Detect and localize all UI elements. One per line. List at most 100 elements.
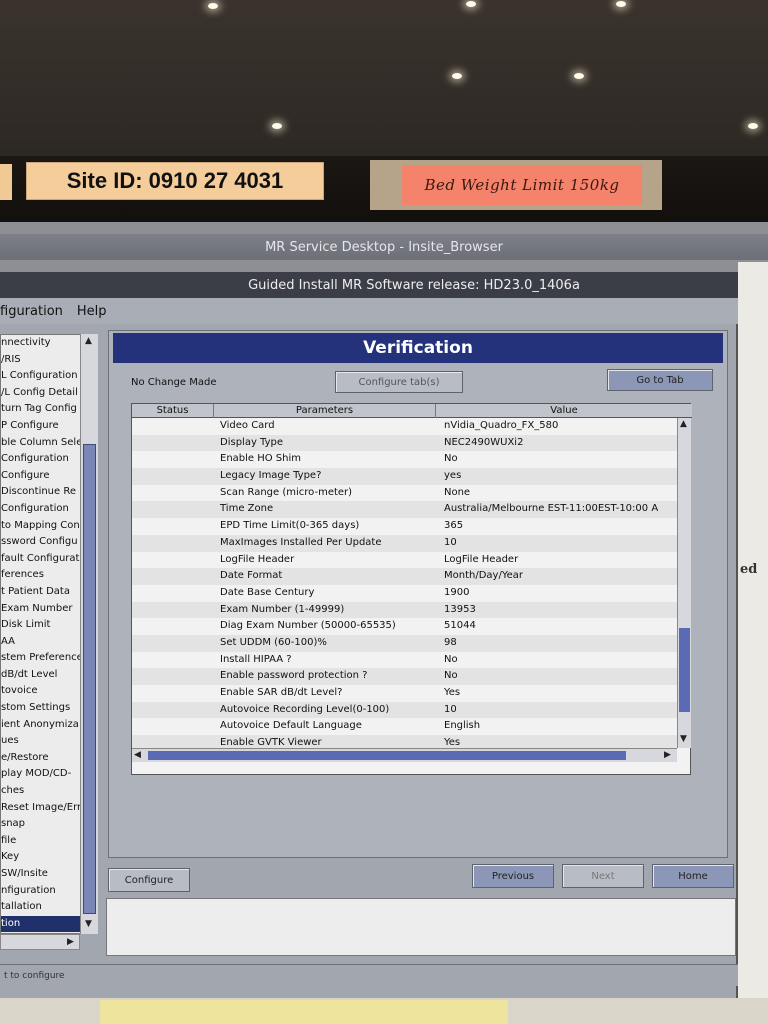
configure-tabs-button[interactable]: Configure tab(s) xyxy=(335,371,463,393)
table-row[interactable]: Enable GVTK Viewer Yes xyxy=(132,735,677,748)
parameter-value: 51044 xyxy=(444,620,476,632)
change-status-text: No Change Made xyxy=(131,377,217,388)
column-header-status[interactable]: Status xyxy=(132,404,214,418)
parameter-value: Yes xyxy=(444,687,461,698)
parameter-name: Enable GVTK Viewer xyxy=(220,737,322,748)
side-list-vertical-scrollbar[interactable]: ▲ ▼ xyxy=(80,334,98,934)
table-header: Status Parameters Value xyxy=(132,404,692,418)
label-fragment xyxy=(0,164,12,200)
parameter-value: 10 xyxy=(444,536,457,548)
table-horizontal-thumb[interactable] xyxy=(148,751,626,760)
ceiling-light xyxy=(466,1,476,7)
table-row[interactable]: Install HIPAA ? No xyxy=(132,652,677,669)
parameter-value: Yes xyxy=(444,737,461,748)
menu-configuration[interactable]: figuration xyxy=(0,304,63,319)
desktop-background-window xyxy=(738,262,768,1002)
table-row[interactable]: MaxImages Installed Per Update 10 xyxy=(132,534,677,552)
ceiling-background xyxy=(0,0,768,158)
configure-button[interactable]: Configure xyxy=(108,868,190,892)
parameter-name: Exam Number (1-49999) xyxy=(220,603,345,615)
table-horizontal-scrollbar[interactable]: ◀ ▶ xyxy=(132,748,677,762)
table-row[interactable]: Autovoice Recording Level(0-100) 10 xyxy=(132,701,677,719)
parameter-value: 365 xyxy=(444,520,464,532)
parameter-name: Date Base Century xyxy=(220,586,315,598)
parameter-name: Video Card xyxy=(220,420,275,431)
menu-help[interactable]: Help xyxy=(77,304,107,319)
parameter-name: Date Format xyxy=(220,570,283,582)
parameter-name: EPD Time Limit(0-365 days) xyxy=(220,520,360,532)
scroll-right-icon[interactable]: ▶ xyxy=(67,937,74,947)
parameter-name: Autovoice Recording Level(0-100) xyxy=(220,703,390,715)
parameter-name: Display Type xyxy=(220,436,284,448)
ceiling-light xyxy=(272,123,282,129)
table-row[interactable]: Enable password protection ? No xyxy=(132,668,677,685)
parameter-value: No xyxy=(444,670,458,682)
table-row[interactable]: Legacy Image Type? yes xyxy=(132,468,677,485)
parameter-name: Scan Range (micro-meter) xyxy=(220,486,353,498)
go-to-tab-button[interactable]: Go to Tab xyxy=(607,369,713,391)
table-row[interactable]: Set UDDM (60-100)% 98 xyxy=(132,634,677,652)
table-row[interactable]: Video Card nVidia_Quadro_FX_580 xyxy=(132,418,677,435)
table-row[interactable]: Date Format Month/Day/Year xyxy=(132,568,677,585)
parameter-name: Diag Exam Number (50000-65535) xyxy=(220,620,396,632)
parameter-name: Set UDDM (60-100)% xyxy=(220,636,327,648)
table-row[interactable]: Enable HO Shim No xyxy=(132,451,677,468)
parameter-value: No xyxy=(444,453,458,465)
scroll-down-icon[interactable]: ▼ xyxy=(85,919,92,929)
ceiling-light xyxy=(208,3,218,9)
table-row[interactable]: Exam Number (1-49999) 13953 xyxy=(132,601,677,619)
sticky-note xyxy=(100,1000,508,1024)
parameter-value: No xyxy=(444,653,458,665)
home-button[interactable]: Home xyxy=(652,864,734,888)
parameter-name: Time Zone xyxy=(220,503,274,515)
table-scroll-thumb[interactable] xyxy=(679,628,690,712)
parameter-name: Enable HO Shim xyxy=(220,453,302,465)
parameter-name: Install HIPAA ? xyxy=(220,653,292,665)
parameter-value: Month/Day/Year xyxy=(444,570,523,582)
message-area xyxy=(106,898,736,956)
side-list-horizontal-scrollbar[interactable]: ▶ xyxy=(0,934,80,950)
table-row[interactable]: Display Type NEC2490WUXi2 xyxy=(132,434,677,452)
table-row[interactable]: Scan Range (micro-meter) None xyxy=(132,485,677,502)
parameter-name: Enable SAR dB/dt Level? xyxy=(220,687,343,698)
table-row[interactable]: Time Zone Australia/Melbourne EST-11:00ES… xyxy=(132,501,677,519)
table-row[interactable]: LogFile Header LogFile Header xyxy=(132,552,677,569)
window-title-bar[interactable]: Guided Install MR Software release: HD23… xyxy=(0,272,738,298)
parameter-value: yes xyxy=(444,470,462,482)
ceiling-light xyxy=(574,73,584,79)
scroll-down-icon[interactable]: ▼ xyxy=(680,734,687,744)
parameter-name: MaxImages Installed Per Update xyxy=(220,536,382,548)
parameter-name: Legacy Image Type? xyxy=(220,470,322,482)
scroll-left-icon[interactable]: ◀ xyxy=(134,750,141,760)
verification-table: Status Parameters Value Video Card nVidia… xyxy=(131,403,692,775)
ceiling-light xyxy=(616,1,626,7)
scroll-up-icon[interactable]: ▲ xyxy=(85,336,92,346)
parameter-value: LogFile Header xyxy=(444,553,519,565)
parameter-value: NEC2490WUXi2 xyxy=(444,436,524,448)
verification-panel: Verification No Change Made Configure ta… xyxy=(108,330,728,858)
desktop-title-bar: MR Service Desktop - Insite_Browser xyxy=(0,234,768,260)
desktop-background-text: ed xyxy=(740,562,758,577)
bed-weight-label: Bed Weight Limit 150kg xyxy=(402,165,642,205)
table-row[interactable]: Autovoice Default Language English xyxy=(132,718,677,735)
parameter-name: Autovoice Default Language xyxy=(220,720,362,732)
ceiling-light xyxy=(452,73,462,79)
scroll-right-icon[interactable]: ▶ xyxy=(664,750,671,760)
menu-bar: figuration Help xyxy=(0,298,738,324)
table-row[interactable]: Date Base Century 1900 xyxy=(132,585,677,602)
parameter-value: 10 xyxy=(444,703,457,715)
table-row[interactable]: Enable SAR dB/dt Level? Yes xyxy=(132,685,677,702)
scroll-up-icon[interactable]: ▲ xyxy=(680,419,687,429)
parameter-value: None xyxy=(444,486,471,498)
column-header-parameters[interactable]: Parameters xyxy=(214,404,436,418)
table-row[interactable]: EPD Time Limit(0-365 days) 365 xyxy=(132,518,677,535)
parameter-name: LogFile Header xyxy=(220,553,295,565)
column-header-value[interactable]: Value xyxy=(436,404,692,418)
previous-button[interactable]: Previous xyxy=(472,864,554,888)
next-button[interactable]: Next xyxy=(562,864,644,888)
site-id-label: Site ID: 0910 27 4031 xyxy=(26,162,324,200)
table-row[interactable]: Diag Exam Number (50000-65535) 51044 xyxy=(132,618,677,635)
parameter-value: 13953 xyxy=(444,603,476,615)
side-list-scroll-thumb[interactable] xyxy=(83,444,96,914)
table-vertical-scrollbar[interactable]: ▲ ▼ xyxy=(677,418,691,748)
